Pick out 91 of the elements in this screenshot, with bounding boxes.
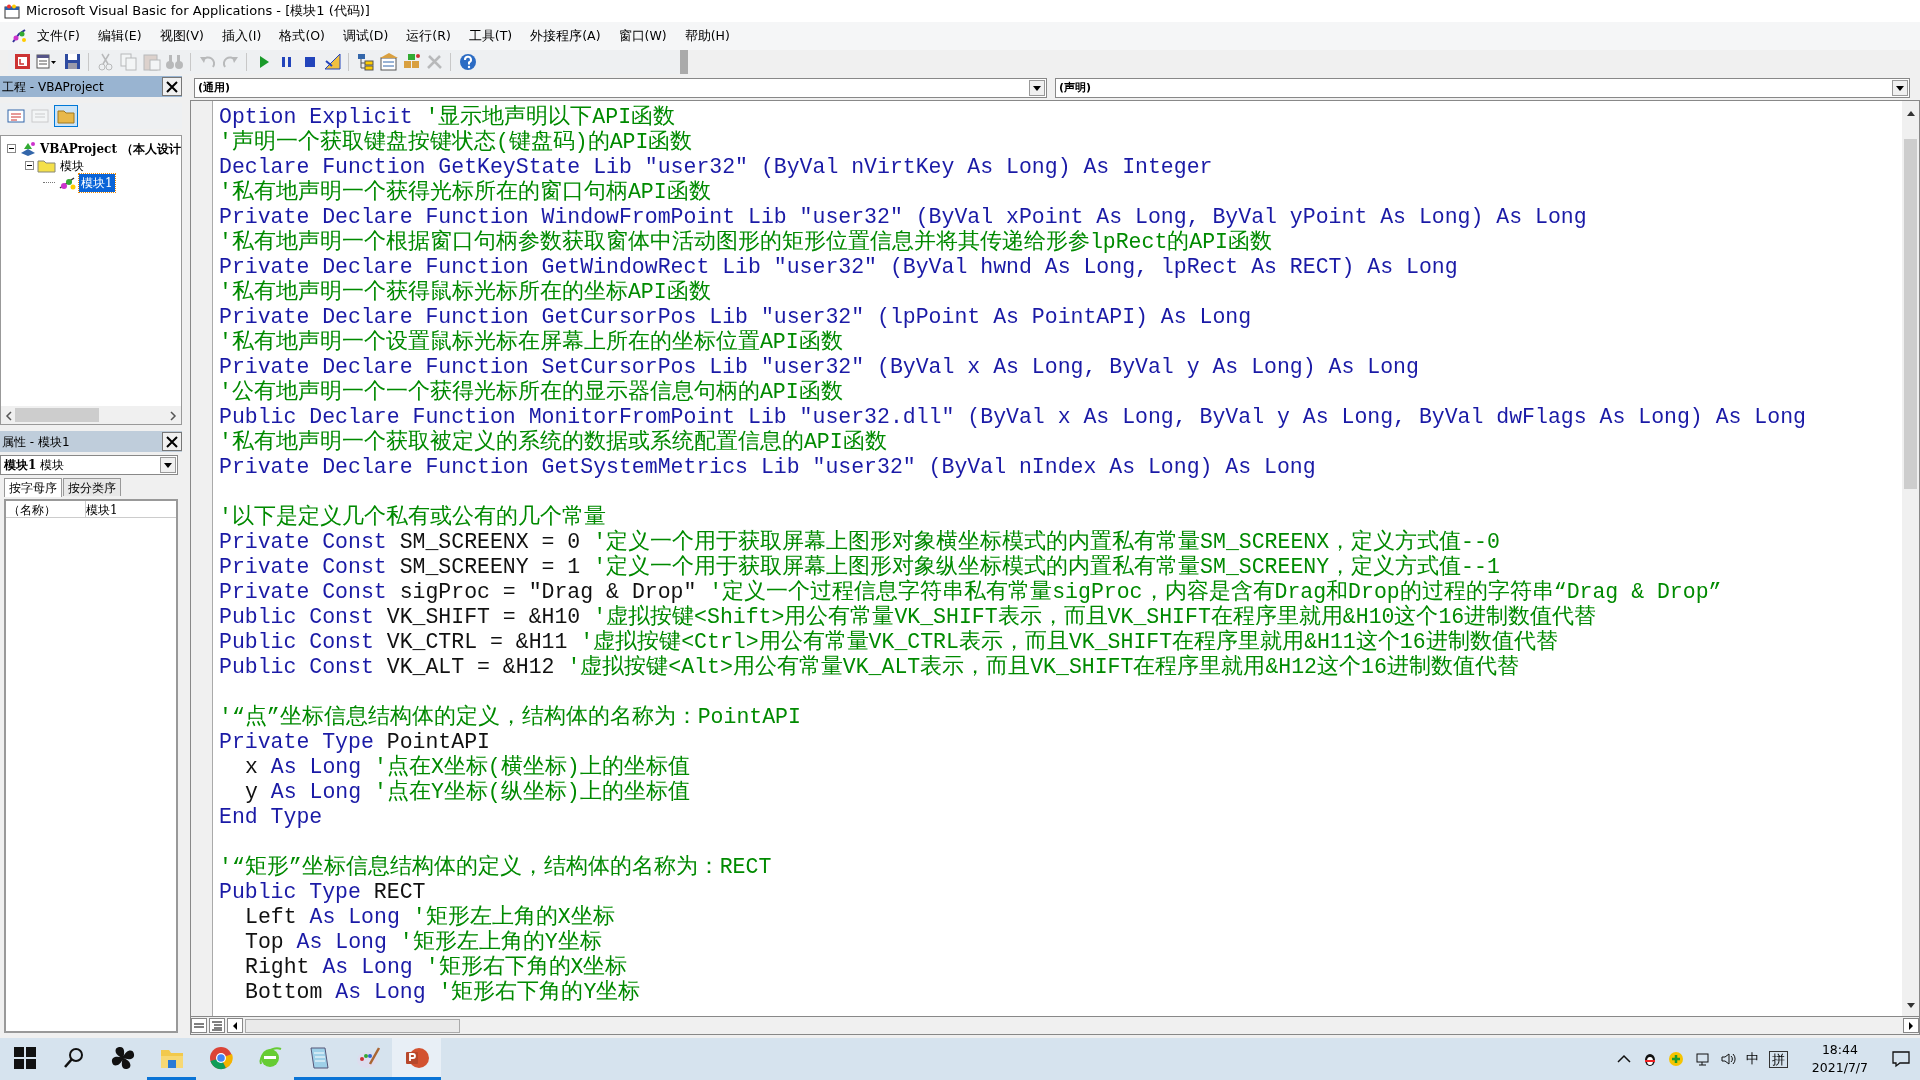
- panel-title: 属性 - 模块1: [2, 433, 70, 451]
- tree-item[interactable]: 模块1: [79, 173, 115, 192]
- code-line: '私有地声明一个获得鼠标光标所在的坐标API函数: [219, 280, 712, 305]
- menu-item[interactable]: 外接程序(A): [521, 24, 610, 48]
- code-line: Top As Long '矩形左上角的Y坐标: [244, 930, 603, 955]
- procedure-view-icon[interactable]: [191, 1018, 207, 1033]
- tab[interactable]: 按字母序: [4, 478, 62, 497]
- code-line: Right As Long '矩形右下角的X坐标: [244, 955, 629, 980]
- plus-circle-icon[interactable]: [1667, 1051, 1684, 1067]
- code-line: '“点”坐标信息结构体的定义，结构体的名称为：PointAPI: [219, 705, 802, 730]
- menu-item[interactable]: 视图(V): [150, 24, 213, 48]
- code-line: '以下是定义几个私有或公有的几个常量: [219, 505, 606, 530]
- module-icon: [58, 175, 76, 190]
- code-line: '私有地声明一个获得光标所在的窗口句柄API函数: [219, 180, 712, 205]
- menu-item[interactable]: 运行(R): [397, 24, 460, 48]
- folder-icon[interactable]: [54, 105, 78, 127]
- property-value[interactable]: 模块1: [86, 501, 118, 517]
- dropdown[interactable]: (声明): [1055, 78, 1910, 98]
- menu-item[interactable]: 文件(F): [28, 24, 89, 48]
- code-line: '声明一个获取键盘按键状态(键盘码)的API函数: [219, 130, 694, 155]
- form-icon[interactable]: [35, 52, 59, 72]
- collapse-icon[interactable]: [7, 144, 16, 153]
- code-line: '私有地声明一个设置鼠标光标在屏幕上所在的坐标位置API函数: [219, 330, 844, 355]
- code-line: Option Explicit '显示地声明以下API函数: [219, 105, 677, 129]
- code-line: Private Const SM_SCREENX = 0 '定义一个用于获取屏幕上图形对象横坐标模式的内置私有常量SM_SCREENX，定义方式值--0: [219, 530, 1501, 554]
- dropdown-value: (声明): [1059, 79, 1092, 96]
- project-icon: [19, 140, 37, 157]
- property-name: （名称）: [6, 501, 86, 517]
- tab[interactable]: 按分类序: [63, 478, 121, 496]
- code-line: y As Long '点在Y坐标(纵坐标)上的坐标值: [244, 780, 691, 805]
- dropdown[interactable]: (通用): [194, 78, 1047, 98]
- property-sheet-icon[interactable]: [378, 52, 398, 72]
- input-mode[interactable]: 中: [1745, 1049, 1759, 1069]
- scrollbar-thumb[interactable]: [15, 408, 99, 422]
- menu-item[interactable]: 工具(T): [459, 24, 522, 48]
- scroll-right-icon[interactable]: [1903, 1018, 1919, 1033]
- folder-icon: [37, 158, 57, 173]
- object-dropdown[interactable]: 模块1 模块: [0, 455, 178, 475]
- code-line: Private Declare Function WindowFromPoint Lib "user32" (ByVal xPoint As Long, ByVal yPoint As Long) As Long: [219, 205, 1588, 229]
- code-line: '私有地声明一个获取被定义的系统的数据或系统配置信息的API函数: [219, 430, 888, 455]
- menu-item[interactable]: 编辑(E): [88, 24, 151, 48]
- dropdown-value: (通用): [198, 79, 231, 96]
- speaker-icon[interactable]: [1719, 1051, 1736, 1067]
- scrollbar-thumb[interactable]: [245, 1018, 460, 1033]
- menu-item[interactable]: 帮助(H): [675, 24, 739, 48]
- network-icon[interactable]: [1693, 1051, 1710, 1067]
- tree-item[interactable]: VBAProject （本人设计: [40, 139, 182, 158]
- tree-diagram-icon[interactable]: [355, 52, 375, 72]
- code-line: '私有地声明一个根据窗口句柄参数获取窗体中活动图形的矩形位置信息并将其传递给形参lpRect的API函数: [219, 230, 1274, 255]
- window-icon[interactable]: [12, 52, 32, 72]
- code-line: Private Const SM_SCREENY = 1 '定义一个用于获取屏幕上图形对象纵坐标模式的内置私有常量SM_SCREENY，定义方式值--1: [219, 555, 1501, 579]
- window-title: Microsoft Visual Basic for Applications - [模块1 (代码)]: [26, 2, 370, 21]
- menu-item[interactable]: 格式(O): [270, 24, 334, 48]
- close-button[interactable]: [162, 432, 182, 451]
- scrollbar-thumb[interactable]: [1904, 139, 1917, 489]
- code-line: Public Type RECT: [219, 880, 426, 905]
- menu-item[interactable]: 窗口(W): [609, 24, 676, 48]
- code-line: Private Declare Function GetCursorPos Lib "user32" (lpPoint As PointAPI) As Long: [219, 305, 1253, 330]
- code-line: End Type: [219, 805, 324, 830]
- tree-item[interactable]: 模块: [60, 156, 84, 175]
- panel-title: 工程 - VBAProject: [2, 78, 104, 96]
- code-line: Left As Long '矩形左上角的X坐标: [244, 905, 616, 930]
- code-line: '公有地声明一个一个获得光标所在的显示器信息句柄的API函数: [219, 380, 844, 405]
- clock-time[interactable]: 18:44: [1811, 1041, 1868, 1059]
- floppy-disk-icon[interactable]: [62, 52, 82, 72]
- scroll-left-icon[interactable]: [227, 1018, 243, 1033]
- notification-icon[interactable]: [1892, 1050, 1910, 1068]
- code-line: x As Long '点在X坐标(横坐标)上的坐标值: [244, 755, 691, 779]
- code-line: '“矩形”坐标信息结构体的定义，结构体的名称为：RECT: [219, 855, 773, 880]
- menu-item[interactable]: 调试(D): [333, 24, 398, 48]
- clock-date[interactable]: 2021/7/7: [1811, 1059, 1868, 1077]
- code-line: Public Const VK_ALT = &H12 '虚拟按键<Alt>用公有常量VK_ALT表示，而且VK_SHIFT在程序里就用&H12这个16进制数值代替: [219, 655, 1520, 680]
- dropdown-value: 模块1 模块: [4, 457, 65, 474]
- code-line: Private Declare Function GetSystemMetrics Lib "user32" (ByVal nIndex As Long) As Long: [219, 455, 1317, 480]
- code-line: Public Declare Function MonitorFromPoint Lib "user32.dll" (ByVal x As Long, ByVal y As Long, ByVal dwFlags As Long) As Long: [219, 405, 1807, 429]
- collapse-icon[interactable]: [25, 161, 34, 170]
- code-line: Private Type PointAPI: [219, 730, 491, 754]
- code-line: Private Const sigProc = "Drag & Drop" '定义一个过程信息字符串私有常量sigProc，内容是含有Drag和Drop的过程的字符串“Drag & Drop”: [219, 580, 1723, 604]
- code-line: Declare Function GetKeyState Lib "user32" (ByVal nVirtKey As Long) As Integer: [219, 155, 1214, 179]
- code-line: Public Const VK_CTRL = &H11 '虚拟按键<Ctrl>用公有常量VK_CTRL表示，而且VK_SHIFT在程序里就用&H11这个16进制数值代替: [219, 630, 1559, 654]
- code-line: Bottom As Long '矩形右下角的Y坐标: [244, 980, 642, 1005]
- help-icon[interactable]: [457, 52, 477, 72]
- full-module-view-icon[interactable]: [209, 1018, 225, 1033]
- code-line: Public Const VK_SHIFT = &H10 '虚拟按键<Shift>用公有常量VK_SHIFT表示，而且VK_SHIFT在程序里就用&H10这个16进制数值代替: [219, 605, 1598, 629]
- ruler-icon[interactable]: [322, 52, 342, 72]
- presentation-icon[interactable]: [392, 1038, 441, 1080]
- input-method[interactable]: 拼: [1768, 1050, 1788, 1068]
- code-line: Private Declare Function GetWindowRect Lib "user32" (ByVal hwnd As Long, lpRect As RECT) As Long: [219, 255, 1459, 280]
- code-line: Private Declare Function SetCursorPos Lib "user32" (ByVal x As Long, ByVal y As Long) As Long: [219, 355, 1420, 380]
- menu-item[interactable]: 插入(I): [212, 24, 271, 48]
- close-button[interactable]: [162, 77, 182, 96]
